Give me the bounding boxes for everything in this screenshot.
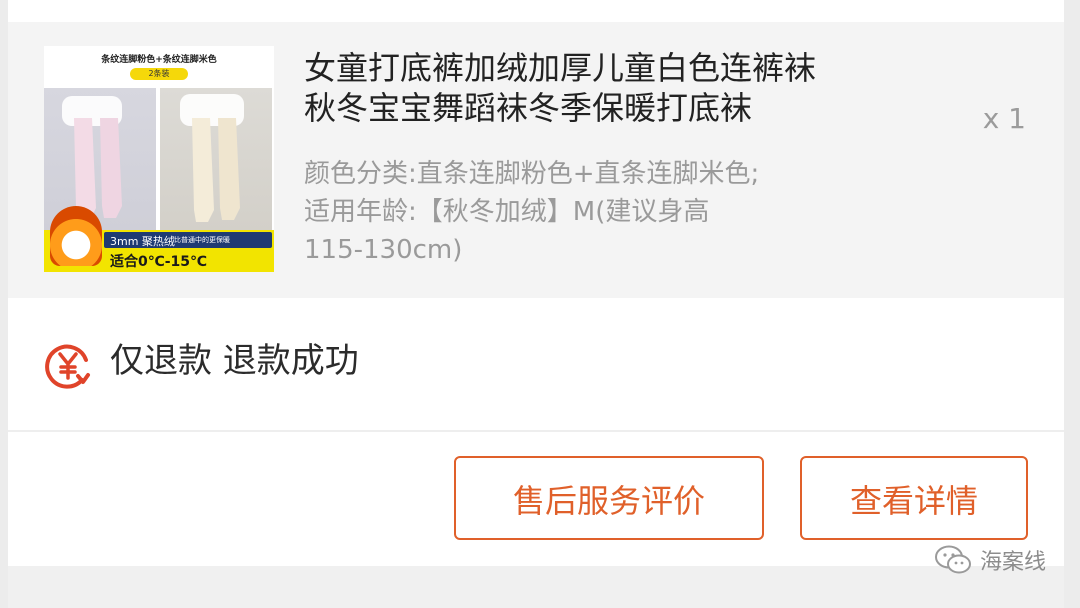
sku-age: 适用年龄:【秋冬加绒】M(建议身高: [304, 197, 710, 227]
wechat-icon: [934, 545, 971, 574]
product-card[interactable]: 条纹连脚粉色+条纹连脚米色 2条装 3mm 聚热绒 比普通中的更保暖 适合0℃-…: [8, 22, 1064, 298]
refund-status-text: 仅退款 退款成功: [110, 341, 359, 381]
actions-row: 售后服务评价 查看详情: [8, 432, 1064, 566]
watermark-text: 海案线: [979, 550, 1046, 575]
sku-color: 颜色分类:直条连脚粉色+直条连脚米色;: [304, 159, 760, 189]
thumbnail-title: 条纹连脚粉色+条纹连脚米色: [101, 55, 217, 65]
yen-refund-icon: [45, 344, 90, 389]
order-detail-panel: 条纹连脚粉色+条纹连脚米色 2条装 3mm 聚热绒 比普通中的更保暖 适合0℃-…: [8, 0, 1064, 608]
thumbnail-temperature: 适合0℃-15℃: [110, 254, 207, 270]
thumbnail-spec-note: 比普通中的更保暖: [174, 236, 230, 244]
thumbnail-photo-beige: [160, 88, 272, 230]
thumbnail-spec: 3mm 聚热绒: [110, 235, 175, 248]
thumbnail-pill: 2条装: [130, 68, 188, 80]
product-quantity: x 1: [982, 102, 1026, 135]
bottom-spacer: [8, 566, 1064, 608]
thumbnail-photo-pink: [44, 88, 156, 230]
sku-height: 115-130cm): [304, 235, 463, 265]
watermark: 海案线: [934, 540, 1046, 580]
after-sales-review-button[interactable]: 售后服务评价: [454, 456, 764, 540]
thumbnail-header: 条纹连脚粉色+条纹连脚米色 2条装: [44, 46, 274, 86]
product-title-line-2: 秋冬宝宝舞蹈袜冬季保暖打底袜: [304, 89, 753, 127]
view-details-button[interactable]: 查看详情: [800, 456, 1028, 540]
product-title[interactable]: 女童打底裤加绒加厚儿童白色连裤袜 秋冬宝宝舞蹈袜冬季保暖打底袜: [304, 48, 944, 128]
refund-status-row[interactable]: 仅退款 退款成功: [8, 298, 1064, 428]
product-title-line-1: 女童打底裤加绒加厚儿童白色连裤袜: [304, 49, 817, 87]
flame-icon: [50, 206, 102, 266]
top-spacer: [8, 0, 1064, 22]
product-thumbnail[interactable]: 条纹连脚粉色+条纹连脚米色 2条装 3mm 聚热绒 比普通中的更保暖 适合0℃-…: [44, 46, 274, 272]
